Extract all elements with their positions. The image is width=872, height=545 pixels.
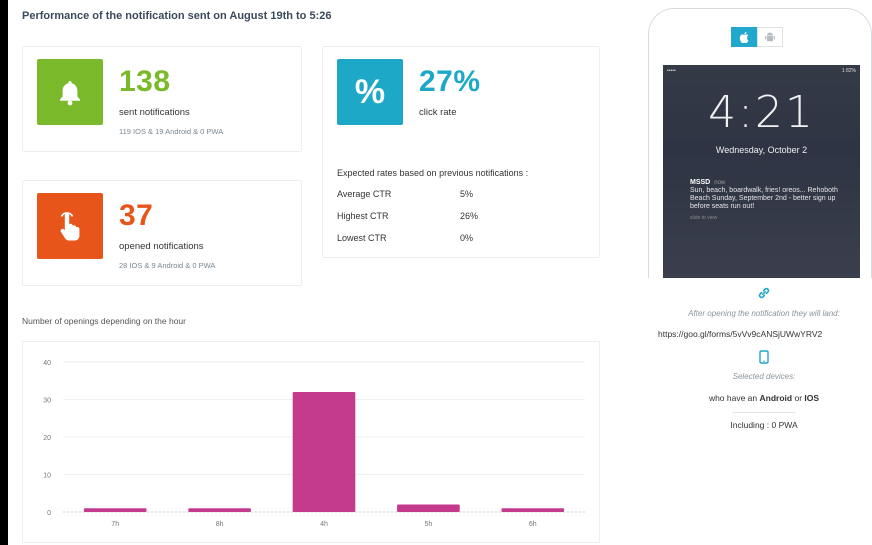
opened-label: opened notifications [119,241,204,252]
devices-prefix: who have an [708,393,758,403]
landing-label: After opening the notification they will… [688,309,840,318]
rate-row-lowest: Lowest CTR 0% [337,233,473,243]
rate-value: 0% [460,233,474,243]
including-pwa: Including : 0 PWA [730,420,798,430]
rate-name: Average CTR [337,189,392,199]
y-tick-label: 0 [47,510,51,517]
rate-row-highest: Highest CTR 26% [337,211,478,221]
landing-info: After opening the notification they will… [648,286,872,430]
notification-time: now [714,180,726,186]
notification-hint: slide to view [690,215,718,221]
notification-report: Performance of the notification sent on … [8,0,872,545]
os-toggle[interactable] [731,27,783,47]
x-tick-label: 7h [111,521,119,528]
notification-body: Sun, beach, boardwalk, fries! oreos... R… [690,187,838,210]
click-rate-label: click rate [419,107,457,118]
rate-value: 26% [460,211,479,221]
opened-count: 37 [119,199,154,232]
chart-bar [397,504,460,512]
bell-icon [37,59,103,125]
signal-indicator: ••••• [667,68,676,74]
opened-breakdown: 28 IOS & 9 Android & 0 PWA [119,261,216,270]
openings-chart: 0 10 20 30 40 7h 8h 4h 5h 6h [22,341,600,543]
devices-ios: IOS [804,393,820,403]
lock-time: 4:21 [708,87,815,138]
opened-card: 37 opened notifications 28 IOS & 9 Andro… [22,180,302,286]
chart-bar [292,392,356,512]
chart-bar [501,508,565,512]
devices-android: Android [759,393,793,403]
click-rate-value: 27% [419,65,481,98]
x-tick-label: 4h [320,521,328,528]
phone-preview: ••••• 1 82% 4:21 Wednesday, October 2 MS… [648,8,872,278]
battery-indicator: 1 82% [841,68,856,74]
sent-label: sent notifications [119,107,190,118]
sent-breakdown: 119 IOS & 19 Android & 0 PWA [119,127,224,136]
lock-date: Wednesday, October 2 [715,145,808,155]
y-tick-label: 10 [43,473,51,480]
landing-url[interactable]: https://goo.gl/forms/5vVv9cANSjUWwYRV2 [648,329,872,339]
phone-icon [648,350,872,369]
link-icon [648,286,872,305]
sent-card: 138 sent notifications 119 IOS & 19 Andr… [22,46,302,152]
x-tick-label: 5h [425,521,433,528]
y-tick-label: 20 [43,435,51,442]
notification-app: MSSD [690,179,711,186]
selected-devices-label: Selected devices: [732,372,796,381]
chart-bar [83,508,147,512]
openings-bar-chart: 0 10 20 30 40 7h 8h 4h 5h 6h [43,360,585,528]
rate-name: Lowest CTR [337,233,387,243]
selected-devices-value: who have an Android or IOS [648,393,872,403]
chart-title: Number of openings depending on the hour [22,316,186,326]
percent-icon: % [337,59,403,125]
tap-hand-icon [37,193,103,259]
report-title: Performance of the notification sent on … [22,10,332,22]
rate-name: Highest CTR [337,211,389,221]
rate-row-average: Average CTR 5% [337,189,473,199]
y-tick-label: 40 [43,360,51,367]
expected-rates-title: Expected rates based on previous notific… [337,168,529,178]
click-rate-card: % 27% click rate Expected rates based on… [322,46,600,258]
x-tick-label: 8h [216,521,224,528]
status-bar: ••••• 1 82% [667,68,856,76]
x-tick-label: 6h [529,521,537,528]
y-tick-label: 30 [43,398,51,405]
divider [732,412,796,413]
apple-icon[interactable] [731,27,757,47]
chart-bar [188,508,251,512]
sent-count: 138 [119,65,171,98]
devices-or: or [794,393,803,403]
notification-preview: MSSD now Sun, beach, boardwalk, fries! or… [690,179,855,222]
android-icon[interactable] [757,27,783,47]
lock-screen: ••••• 1 82% 4:21 Wednesday, October 2 MS… [663,65,860,278]
rate-value: 5% [460,189,474,199]
